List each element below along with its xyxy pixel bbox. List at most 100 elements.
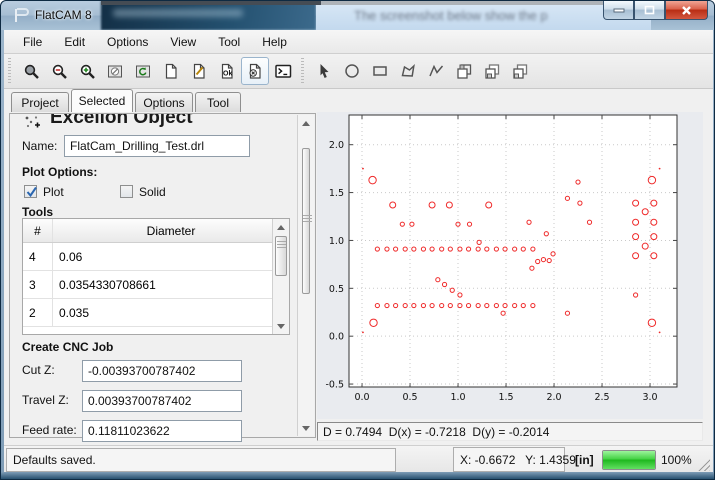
draw-polyline-button[interactable] xyxy=(422,57,450,85)
flatcam-logo-icon xyxy=(13,7,30,29)
toolbar-handle[interactable] xyxy=(8,58,13,84)
copy-objects-icon xyxy=(456,63,473,80)
status-message: Defaults saved. xyxy=(6,448,396,472)
accept-ok-button[interactable]: Ok xyxy=(213,57,241,85)
solid-checkbox-label[interactable]: Solid xyxy=(139,185,166,199)
minimize-button[interactable] xyxy=(603,1,634,20)
scroll-up-icon[interactable] xyxy=(298,115,314,131)
clear-plot-button[interactable] xyxy=(101,57,129,85)
svg-text:Ok: Ok xyxy=(223,70,232,77)
tools-col-diameter[interactable]: Diameter xyxy=(53,219,289,242)
tab-tool[interactable]: Tool xyxy=(195,92,241,112)
plot-checkbox[interactable] xyxy=(24,185,37,198)
scroll-down-icon[interactable] xyxy=(273,318,289,334)
zoom-out-icon xyxy=(51,63,68,80)
excellon-drill-icon xyxy=(24,115,40,135)
menu-help[interactable]: Help xyxy=(251,32,298,52)
name-label: Name: xyxy=(22,139,57,153)
pointer-icon xyxy=(316,63,333,80)
tool-row[interactable]: 30.0354330708661 xyxy=(23,271,289,299)
svg-text:0.5: 0.5 xyxy=(329,284,344,295)
svg-text:2.5: 2.5 xyxy=(594,392,609,403)
new-file-icon xyxy=(163,63,180,80)
status-bar: Defaults saved. X: -0.6672 Y: 1.4359 [in… xyxy=(4,445,713,474)
tab-bar: ProjectSelectedOptionsTool xyxy=(4,89,713,112)
measurement-readout: D = 0.7494 D(x) = -0.7218 D(y) = -0.2014 xyxy=(317,422,703,441)
replot-button[interactable] xyxy=(129,57,157,85)
background-page-glimpse: The screenshot below show the p xyxy=(316,1,651,30)
copy-excellon-button[interactable] xyxy=(506,57,534,85)
plot-canvas[interactable]: 0.00.51.01.52.02.53.0-0.50.00.51.01.52.0 xyxy=(317,112,703,419)
cancel-icon xyxy=(247,63,264,80)
zoom-fit-icon xyxy=(23,63,40,80)
svg-text:1.0: 1.0 xyxy=(329,236,344,247)
tools-col-num[interactable]: # xyxy=(23,219,53,242)
zoom-fit-button[interactable] xyxy=(17,57,45,85)
draw-rectangle-icon xyxy=(372,63,389,80)
progress-bar xyxy=(602,450,656,470)
scroll-up-icon[interactable] xyxy=(273,219,289,235)
object-name-field[interactable]: FlatCam_Drilling_Test.drl xyxy=(64,135,250,157)
copy-objects-button[interactable] xyxy=(450,57,478,85)
tools-table-scrollbar[interactable] xyxy=(272,219,289,334)
svg-text:0.0: 0.0 xyxy=(329,332,344,343)
tab-selected[interactable]: Selected xyxy=(71,89,133,112)
cursor-coordinates: X: -0.6672 Y: 1.4359 xyxy=(453,447,565,472)
edit-file-icon xyxy=(191,63,208,80)
menu-tool[interactable]: Tool xyxy=(207,32,251,52)
menu-edit[interactable]: Edit xyxy=(53,32,96,52)
tools-label: Tools xyxy=(22,205,53,219)
background-window-glimpse xyxy=(101,1,316,30)
copy-geometry-button[interactable] xyxy=(478,57,506,85)
svg-text:-0.5: -0.5 xyxy=(325,380,344,391)
tab-project[interactable]: Project xyxy=(11,92,69,112)
draw-rectangle-button[interactable] xyxy=(366,57,394,85)
edit-file-button[interactable] xyxy=(185,57,213,85)
close-button[interactable] xyxy=(665,1,708,20)
resize-grip[interactable] xyxy=(697,458,710,471)
draw-polygon-icon xyxy=(400,63,417,80)
pointer-button[interactable] xyxy=(310,57,338,85)
svg-text:2.0: 2.0 xyxy=(329,140,344,151)
draw-polygon-button[interactable] xyxy=(394,57,422,85)
menu-view[interactable]: View xyxy=(159,32,207,52)
solid-checkbox[interactable] xyxy=(120,185,133,198)
units-label: [in] xyxy=(575,453,594,467)
cut-z-field[interactable]: -0.00393700787402 xyxy=(82,360,242,382)
console-button[interactable] xyxy=(269,57,297,85)
field-label: Cut Z: xyxy=(22,363,55,377)
cnc-heading: Create CNC Job xyxy=(22,340,113,354)
console-icon xyxy=(275,63,292,80)
scroll-down-icon[interactable] xyxy=(298,420,314,436)
travel-z-field[interactable]: 0.00393700787402 xyxy=(82,390,242,412)
cancel-button[interactable] xyxy=(241,57,269,85)
panel-scrollbar[interactable] xyxy=(297,115,314,436)
plot-checkbox-label[interactable]: Plot xyxy=(43,185,64,199)
new-file-button[interactable] xyxy=(157,57,185,85)
zoom-in-button[interactable] xyxy=(73,57,101,85)
selected-object-panel: Excellon Object Name: FlatCam_Drilling_T… xyxy=(9,113,316,438)
svg-text:1.5: 1.5 xyxy=(498,392,513,403)
tab-options[interactable]: Options xyxy=(135,92,193,112)
title-bar[interactable]: The screenshot below show the p FlatCAM … xyxy=(1,1,715,30)
draw-circle-button[interactable] xyxy=(338,57,366,85)
svg-text:0.5: 0.5 xyxy=(402,392,417,403)
plot-svg: 0.00.51.01.52.02.53.0-0.50.00.51.01.52.0 xyxy=(317,112,703,419)
svg-text:0.0: 0.0 xyxy=(354,392,369,403)
tool-row[interactable]: 20.035 xyxy=(23,299,289,327)
maximize-button[interactable] xyxy=(634,1,665,20)
svg-text:1.5: 1.5 xyxy=(329,188,344,199)
toolbar-handle[interactable] xyxy=(301,58,306,84)
zoom-in-icon xyxy=(79,63,96,80)
tools-table[interactable]: #Diameter 40.0630.035433070866120.035 xyxy=(22,218,290,335)
zoom-out-button[interactable] xyxy=(45,57,73,85)
tool-row[interactable]: 40.06 xyxy=(23,243,289,271)
flatcam-window: The screenshot below show the p FlatCAM … xyxy=(0,0,715,480)
menu-file[interactable]: File xyxy=(12,32,53,52)
menu-options[interactable]: Options xyxy=(96,32,159,52)
feed-rate-field[interactable]: 0.11811023622 xyxy=(82,420,242,442)
svg-text:1.0: 1.0 xyxy=(450,392,465,403)
replot-icon xyxy=(135,63,152,80)
copy-geometry-icon xyxy=(484,63,501,80)
window-bottom-border xyxy=(1,472,715,479)
